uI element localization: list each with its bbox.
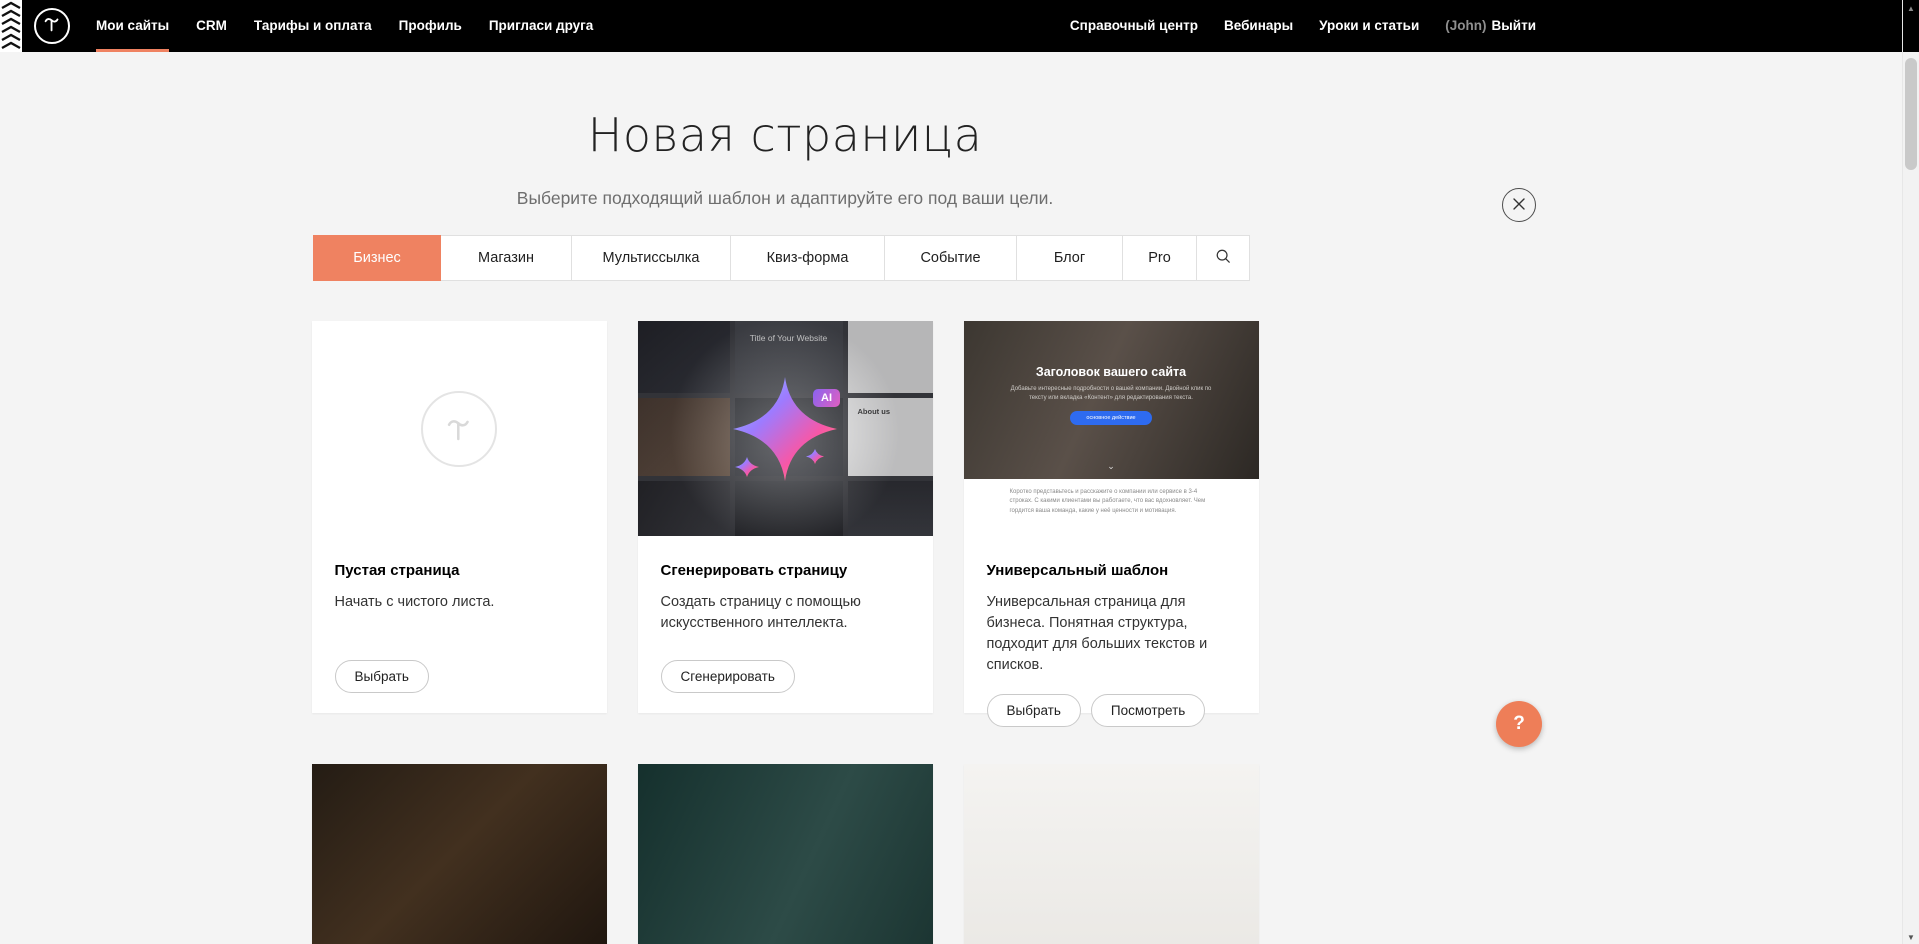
chevron-down-icon: ⌄ [1107,462,1115,471]
tilda-logo-icon [41,13,63,40]
page-subtitle: Выберите подходящий шаблон и адаптируйте… [0,188,1570,209]
card-title: Пустая страница [335,562,584,579]
generate-button[interactable]: Сгенерировать [661,660,795,693]
logout-link[interactable]: Выйти [1492,0,1537,52]
template-preview-image [638,764,933,944]
card-body: Сгенерировать страницу Создать страницу … [638,536,933,713]
tab-blog[interactable]: Блог [1016,235,1123,281]
card-description: Начать с чистого листа. [335,592,584,613]
card-actions: Выбрать Посмотреть [987,676,1236,727]
tab-pro[interactable]: Pro [1122,235,1197,281]
tab-multilink[interactable]: Мультиссылка [571,235,731,281]
card-description: Создать страницу с помощью искусственног… [661,592,910,634]
scrollbar-down-arrow[interactable]: ▼ [1903,933,1919,942]
select-universal-button[interactable]: Выбрать [987,694,1081,727]
user-name: (John) [1445,0,1486,52]
tab-search[interactable] [1196,235,1250,281]
new-page-dialog: Новая страница Выберите подходящий шабло… [0,108,1570,944]
preview-heading: Заголовок вашего сайта [964,365,1259,379]
card-actions: Сгенерировать [661,642,910,693]
template-card-universal[interactable]: Заголовок вашего сайта Добавьте интересн… [964,321,1259,713]
tab-event[interactable]: Событие [884,235,1017,281]
navbar-left-menu: Мои сайты CRM Тарифы и оплата Профиль Пр… [96,0,593,52]
page-title: Новая страница [0,108,1570,162]
nav-item-tariffs[interactable]: Тарифы и оплата [254,0,372,52]
tab-business[interactable]: Бизнес [313,235,441,281]
ai-generate-preview: Title of Your Website About us [638,321,933,536]
preview-cta-button: основное действие [1070,411,1151,425]
tilda-logo[interactable] [34,8,70,44]
template-card[interactable] [964,764,1259,944]
navbar-right-menu: Справочный центр Вебинары Уроки и статьи… [1070,0,1570,52]
scrollbar-cap: ▲ [1903,0,1919,52]
template-card-ai-generate[interactable]: Title of Your Website About us [638,321,933,713]
card-body: Пустая страница Начать с чистого листа. … [312,536,607,713]
tab-store[interactable]: Магазин [440,235,572,281]
select-blank-button[interactable]: Выбрать [335,660,429,693]
tilda-watermark-icon [421,391,497,467]
scrollbar-thumb[interactable] [1905,58,1917,170]
card-body: Универсальный шаблон Универсальная стран… [964,536,1259,747]
nav-item-help-center[interactable]: Справочный центр [1070,0,1198,52]
ai-badge: AI [813,389,840,407]
scrollbar-up-arrow[interactable]: ▲ [1903,0,1919,17]
nav-item-invite-friend[interactable]: Пригласи друга [489,0,593,52]
view-universal-button[interactable]: Посмотреть [1091,694,1205,727]
navbar-inner: Мои сайты CRM Тарифы и оплата Профиль Пр… [0,0,1570,52]
zigzag-pattern [0,0,22,52]
close-icon [1512,197,1526,214]
tab-quiz-form[interactable]: Квиз-форма [730,235,885,281]
preview-subtext: Добавьте интересные подробности о вашей … [1005,385,1217,403]
card-description: Универсальная страница для бизнеса. Поня… [987,592,1236,676]
template-card-blank-page[interactable]: Пустая страница Начать с чистого листа. … [312,321,607,713]
nav-item-lessons[interactable]: Уроки и статьи [1319,0,1419,52]
template-category-tabs: Бизнес Магазин Мультиссылка Квиз-форма С… [313,235,1257,281]
nav-item-profile[interactable]: Профиль [399,0,462,52]
help-button[interactable]: ? [1496,701,1542,747]
template-preview-image [312,764,607,944]
ai-sparkle-icon: AI [710,354,860,504]
preview-body-text: Коротко представьтесь и расскажите о ком… [964,479,1259,536]
nav-item-webinars[interactable]: Вебинары [1224,0,1293,52]
nav-item-crm[interactable]: CRM [196,0,227,52]
template-cards-row-2 [312,764,1259,944]
template-card[interactable] [312,764,607,944]
top-navbar: Мои сайты CRM Тарифы и оплата Профиль Пр… [0,0,1919,52]
scrollbar: ▲ ▼ [1902,0,1919,944]
close-button[interactable] [1502,188,1536,222]
card-title: Сгенерировать страницу [661,562,910,579]
template-card[interactable] [638,764,933,944]
template-cards-row-1: Пустая страница Начать с чистого листа. … [312,321,1259,713]
nav-item-my-sites[interactable]: Мои сайты [96,0,169,52]
blank-page-preview [312,321,607,536]
preview-hero: Заголовок вашего сайта Добавьте интересн… [964,321,1259,479]
card-title: Универсальный шаблон [987,562,1236,579]
universal-template-preview: Заголовок вашего сайта Добавьте интересн… [964,321,1259,536]
card-actions: Выбрать [335,642,584,693]
user-area: (John) Выйти [1445,0,1536,52]
search-icon [1215,248,1231,268]
template-preview-image [964,764,1259,944]
